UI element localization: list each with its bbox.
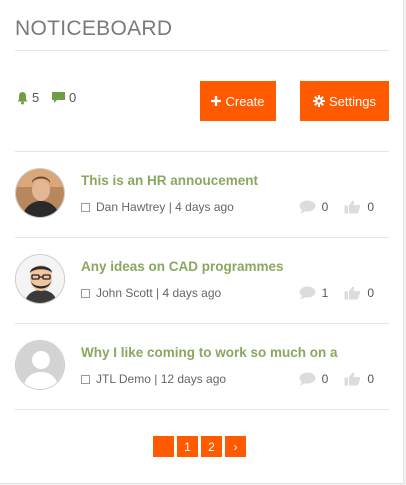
divider: [15, 409, 389, 410]
comment-icon[interactable]: [299, 372, 316, 386]
message-count-value: 0: [69, 90, 77, 105]
checkbox-icon[interactable]: [81, 288, 90, 298]
comment-icon[interactable]: [299, 286, 316, 300]
author-date: JTL Demo | 12 days ago: [96, 372, 227, 386]
thumbs-up-icon[interactable]: [344, 286, 361, 300]
avatar: [15, 254, 65, 304]
settings-label: Settings: [329, 93, 376, 109]
plus-icon: [211, 96, 222, 106]
author-date: Dan Hawtrey | 4 days ago: [96, 200, 234, 214]
thumbs-up-icon[interactable]: [344, 372, 361, 386]
notice-item: This is an HR annoucement Dan Hawtrey | …: [15, 151, 389, 237]
notice-meta: Dan Hawtrey | 4 days ago: [81, 200, 234, 214]
checkbox-icon[interactable]: [81, 374, 90, 384]
divider: [15, 50, 389, 51]
notification-count[interactable]: 5: [16, 90, 39, 105]
bell-icon: [17, 91, 28, 104]
comment-count: 0: [321, 200, 329, 214]
notice-title[interactable]: Why I like coming to work so much on a: [81, 345, 338, 360]
notice-counts: 1 0: [299, 286, 374, 300]
notification-count-value: 5: [32, 90, 40, 105]
author-date: John Scott | 4 days ago: [96, 286, 222, 300]
like-count: 0: [367, 200, 374, 214]
page-button-2[interactable]: 2: [201, 436, 222, 457]
notice-counts: 0 0: [299, 372, 374, 386]
notice-title[interactable]: This is an HR annoucement: [81, 173, 258, 188]
settings-button[interactable]: Settings: [300, 81, 389, 121]
prev-page-button[interactable]: ‹: [153, 436, 174, 457]
comment-count: 1: [321, 286, 329, 300]
notice-item: Any ideas on CAD programmes John Scott |…: [15, 237, 389, 323]
notice-title[interactable]: Any ideas on CAD programmes: [81, 259, 284, 274]
page-button-1[interactable]: 1: [177, 436, 198, 457]
notice-meta: John Scott | 4 days ago: [81, 286, 221, 300]
create-button[interactable]: Create: [200, 81, 276, 121]
comment-icon[interactable]: [299, 200, 316, 214]
like-count: 0: [367, 372, 374, 386]
notice-counts: 0 0: [299, 200, 374, 214]
create-label: Create: [225, 93, 265, 109]
gear-icon: [313, 95, 325, 107]
avatar: [15, 168, 65, 218]
message-count[interactable]: 0: [51, 90, 76, 105]
panel-title: NOTICEBOARD: [15, 17, 173, 40]
checkbox-icon[interactable]: [81, 202, 90, 212]
avatar: [15, 340, 65, 390]
thumbs-up-icon[interactable]: [344, 200, 361, 214]
notice-item: Why I like coming to work so much on a J…: [15, 323, 389, 409]
notice-meta: JTL Demo | 12 days ago: [81, 372, 226, 386]
chat-icon: [52, 92, 65, 103]
pagination: ‹ 1 2 ›: [153, 436, 246, 457]
comment-count: 0: [321, 372, 329, 386]
noticeboard-panel: NOTICEBOARD 5 0 Create Settings This is …: [0, 0, 404, 484]
like-count: 0: [367, 286, 374, 300]
next-page-button[interactable]: ›: [225, 436, 246, 457]
